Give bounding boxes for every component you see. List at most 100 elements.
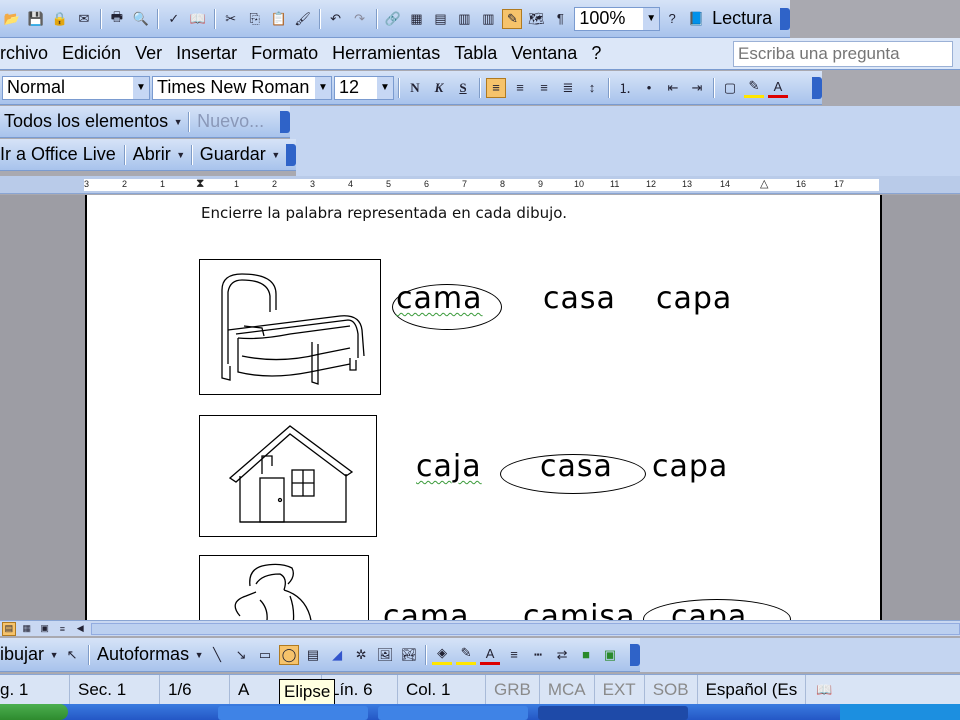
email-icon[interactable]: ✉ bbox=[74, 9, 94, 29]
select-objects-icon[interactable]: ↖ bbox=[62, 645, 82, 665]
reading-mode-button[interactable]: Lectura bbox=[708, 8, 776, 29]
insert-excel-icon[interactable]: ▥ bbox=[454, 9, 474, 29]
font-select[interactable]: Times New Roman ▼ bbox=[152, 75, 332, 100]
spelling-status-icon[interactable]: 📖 bbox=[814, 680, 834, 700]
print-view-icon[interactable]: ▣ bbox=[38, 622, 52, 636]
taskbar-button[interactable] bbox=[538, 706, 688, 720]
font-color-icon[interactable]: A bbox=[480, 645, 501, 665]
decrease-indent-icon[interactable]: ⇤ bbox=[663, 78, 683, 98]
scroll-thumb[interactable] bbox=[91, 622, 960, 635]
underline-button[interactable]: S bbox=[453, 78, 473, 98]
redo-icon[interactable]: ↷ bbox=[350, 9, 370, 29]
arrow-tool-icon[interactable]: ↘ bbox=[231, 645, 251, 665]
line-spacing-icon[interactable]: ↕ bbox=[582, 78, 602, 98]
chevron-down-icon[interactable]: ▼ bbox=[377, 76, 393, 99]
horizontal-ruler[interactable]: 3 2 1 ⧗ 1 2 3 4 5 6 7 8 9 10 11 12 13 14… bbox=[0, 176, 960, 194]
document-page[interactable]: Encierre la palabra representada en cada… bbox=[85, 195, 882, 620]
picture-icon[interactable]: 🏞 bbox=[399, 645, 419, 665]
chevron-down-icon[interactable]: ▼ bbox=[195, 645, 204, 665]
status-overtype[interactable]: SOB bbox=[645, 674, 698, 705]
hyperlink-icon[interactable]: 🔗 bbox=[383, 9, 403, 29]
font-color-icon[interactable]: A bbox=[768, 78, 788, 98]
align-right-icon[interactable]: ≡ bbox=[534, 78, 554, 98]
document-area[interactable]: Encierre la palabra representada en cada… bbox=[0, 195, 960, 620]
menu-window[interactable]: Ventana bbox=[504, 39, 584, 69]
bullets-icon[interactable]: • bbox=[639, 78, 659, 98]
chevron-down-icon[interactable]: ▼ bbox=[50, 645, 59, 665]
font-size-select[interactable]: 12 ▼ bbox=[334, 75, 394, 100]
show-markup-select[interactable]: Todos los elementos bbox=[0, 111, 172, 132]
chevron-down-icon[interactable]: ▼ bbox=[271, 145, 280, 165]
menu-format[interactable]: Formato bbox=[244, 39, 325, 69]
normal-view-icon[interactable]: ▤ bbox=[2, 621, 16, 636]
line-style-icon[interactable]: ≡ bbox=[504, 645, 524, 665]
clip-art-icon[interactable]: 🖼 bbox=[375, 645, 395, 665]
copy-icon[interactable]: ⎘ bbox=[245, 9, 265, 29]
status-language[interactable]: Español (Es bbox=[698, 674, 807, 705]
text-box-icon[interactable]: ▤ bbox=[303, 645, 323, 665]
outline-view-icon[interactable]: ≡ bbox=[56, 622, 70, 636]
align-left-icon[interactable]: ≡ bbox=[486, 77, 506, 98]
menu-table[interactable]: Tabla bbox=[447, 39, 504, 69]
oval-tool-icon[interactable]: ◯ bbox=[279, 644, 300, 665]
help-question-input[interactable] bbox=[733, 41, 953, 67]
undo-icon[interactable]: ↶ bbox=[326, 9, 346, 29]
chevron-down-icon[interactable]: ▼ bbox=[315, 76, 331, 99]
save-icon[interactable]: 💾 bbox=[26, 9, 46, 29]
menu-edit[interactable]: Edición bbox=[55, 39, 128, 69]
web-view-icon[interactable]: ▦ bbox=[20, 622, 34, 636]
justify-icon[interactable]: ≣ bbox=[558, 78, 578, 98]
show-hide-icon[interactable]: ¶ bbox=[550, 9, 570, 29]
arrow-style-icon[interactable]: ⇄ bbox=[552, 645, 572, 665]
numbering-icon[interactable]: ⒈ bbox=[615, 78, 635, 98]
toolbar-options-grip[interactable] bbox=[286, 143, 296, 166]
highlight-icon[interactable]: ✎ bbox=[744, 78, 764, 98]
insert-table-icon[interactable]: ▤ bbox=[431, 9, 451, 29]
draw-menu-button[interactable]: ibujar bbox=[0, 644, 48, 665]
align-center-icon[interactable]: ≡ bbox=[510, 78, 530, 98]
chevron-down-icon[interactable]: ▼ bbox=[174, 112, 183, 132]
cape-picture[interactable] bbox=[199, 555, 369, 620]
cut-icon[interactable]: ✂ bbox=[221, 9, 241, 29]
taskbar-button[interactable] bbox=[378, 706, 528, 720]
shadow-style-icon[interactable]: ■ bbox=[576, 645, 596, 665]
autoshapes-button[interactable]: Autoformas bbox=[93, 644, 193, 665]
status-record[interactable]: GRB bbox=[486, 674, 540, 705]
diagram-icon[interactable]: ✲ bbox=[351, 645, 371, 665]
zoom-select[interactable]: 100% ▼ bbox=[574, 6, 661, 31]
reading-icon[interactable]: 📘 bbox=[686, 9, 706, 29]
open-button[interactable]: Abrir bbox=[129, 144, 175, 165]
chevron-down-icon[interactable]: ▼ bbox=[176, 145, 185, 165]
chevron-down-icon[interactable]: ▼ bbox=[643, 7, 660, 30]
start-button[interactable] bbox=[0, 704, 68, 720]
columns-icon[interactable]: ▥ bbox=[478, 9, 498, 29]
tables-borders-icon[interactable]: ▦ bbox=[407, 9, 427, 29]
format-painter-icon[interactable]: 🖌 bbox=[293, 9, 313, 29]
italic-button[interactable]: K bbox=[429, 78, 449, 98]
line-tool-icon[interactable]: ╲ bbox=[207, 645, 227, 665]
toolbar-options-grip[interactable] bbox=[280, 110, 290, 133]
menu-file[interactable]: rchivo bbox=[0, 39, 55, 69]
new-comment-button[interactable]: Nuevo... bbox=[193, 111, 268, 132]
toolbar-options-grip[interactable] bbox=[780, 7, 791, 30]
style-select[interactable]: Normal ▼ bbox=[2, 75, 150, 100]
drawing-icon[interactable]: ✎ bbox=[502, 8, 523, 29]
dash-style-icon[interactable]: ┅ bbox=[528, 645, 548, 665]
increase-indent-icon[interactable]: ⇥ bbox=[687, 78, 707, 98]
rectangle-tool-icon[interactable]: ▭ bbox=[255, 645, 275, 665]
line-color-icon[interactable]: ✎ bbox=[456, 645, 477, 665]
scroll-left-icon[interactable]: ◀ bbox=[73, 622, 87, 636]
taskbar-button[interactable] bbox=[218, 706, 368, 720]
chevron-down-icon[interactable]: ▼ bbox=[133, 76, 149, 99]
toolbar-options-grip[interactable] bbox=[812, 76, 822, 99]
menu-insert[interactable]: Insertar bbox=[169, 39, 244, 69]
office-live-button[interactable]: Ir a Office Live bbox=[0, 144, 120, 165]
print-icon[interactable]: 🖶 bbox=[107, 9, 127, 29]
print-preview-icon[interactable]: 🔍 bbox=[131, 9, 151, 29]
toolbar-options-grip[interactable] bbox=[630, 643, 640, 666]
status-extend[interactable]: EXT bbox=[595, 674, 645, 705]
help-icon[interactable]: ? bbox=[662, 9, 682, 29]
spelling-icon[interactable]: ✓ bbox=[164, 9, 184, 29]
menu-tools[interactable]: Herramientas bbox=[325, 39, 447, 69]
save-button[interactable]: Guardar bbox=[196, 144, 270, 165]
